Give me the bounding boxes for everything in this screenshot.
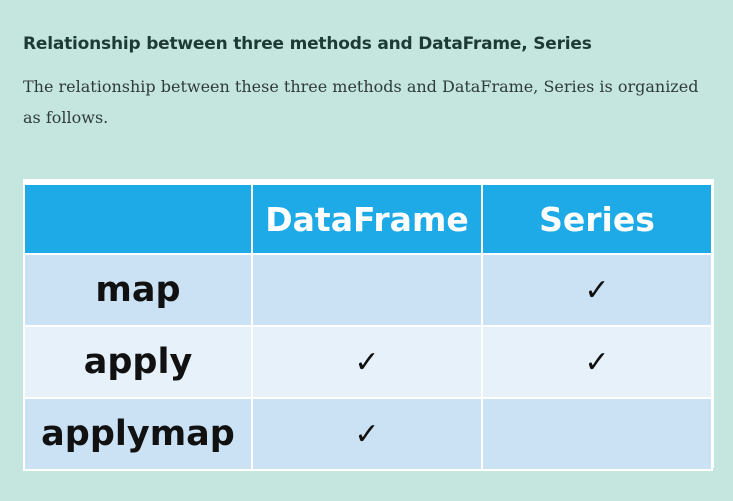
- table-row-apply: apply ✓ ✓: [23, 325, 713, 399]
- method-name-cell: apply: [23, 325, 253, 399]
- header-cell-dataframe: DataFrame: [251, 183, 483, 255]
- table-row-applymap: applymap ✓: [23, 397, 713, 471]
- section-heading: Relationship between three methods and D…: [23, 34, 592, 54]
- table-row-map: map ✓: [23, 253, 713, 327]
- header-cell-empty: [23, 183, 253, 255]
- series-check-cell: ✓: [481, 325, 713, 399]
- dataframe-check-cell: ✓: [251, 397, 483, 471]
- header-cell-series: Series: [481, 183, 713, 255]
- intro-paragraph: The relationship between these three met…: [23, 77, 699, 127]
- series-check-cell: ✓: [481, 253, 713, 327]
- series-check-cell: [481, 397, 713, 471]
- comparison-table-container: DataFrame Series map ✓ apply ✓ ✓ applyma…: [23, 179, 714, 471]
- method-name-cell: map: [23, 253, 253, 327]
- dataframe-check-cell: ✓: [251, 325, 483, 399]
- method-name-cell: applymap: [23, 397, 253, 471]
- comparison-table: DataFrame Series map ✓ apply ✓ ✓ applyma…: [23, 183, 713, 471]
- table-header-row: DataFrame Series: [23, 183, 713, 255]
- dataframe-check-cell: [251, 253, 483, 327]
